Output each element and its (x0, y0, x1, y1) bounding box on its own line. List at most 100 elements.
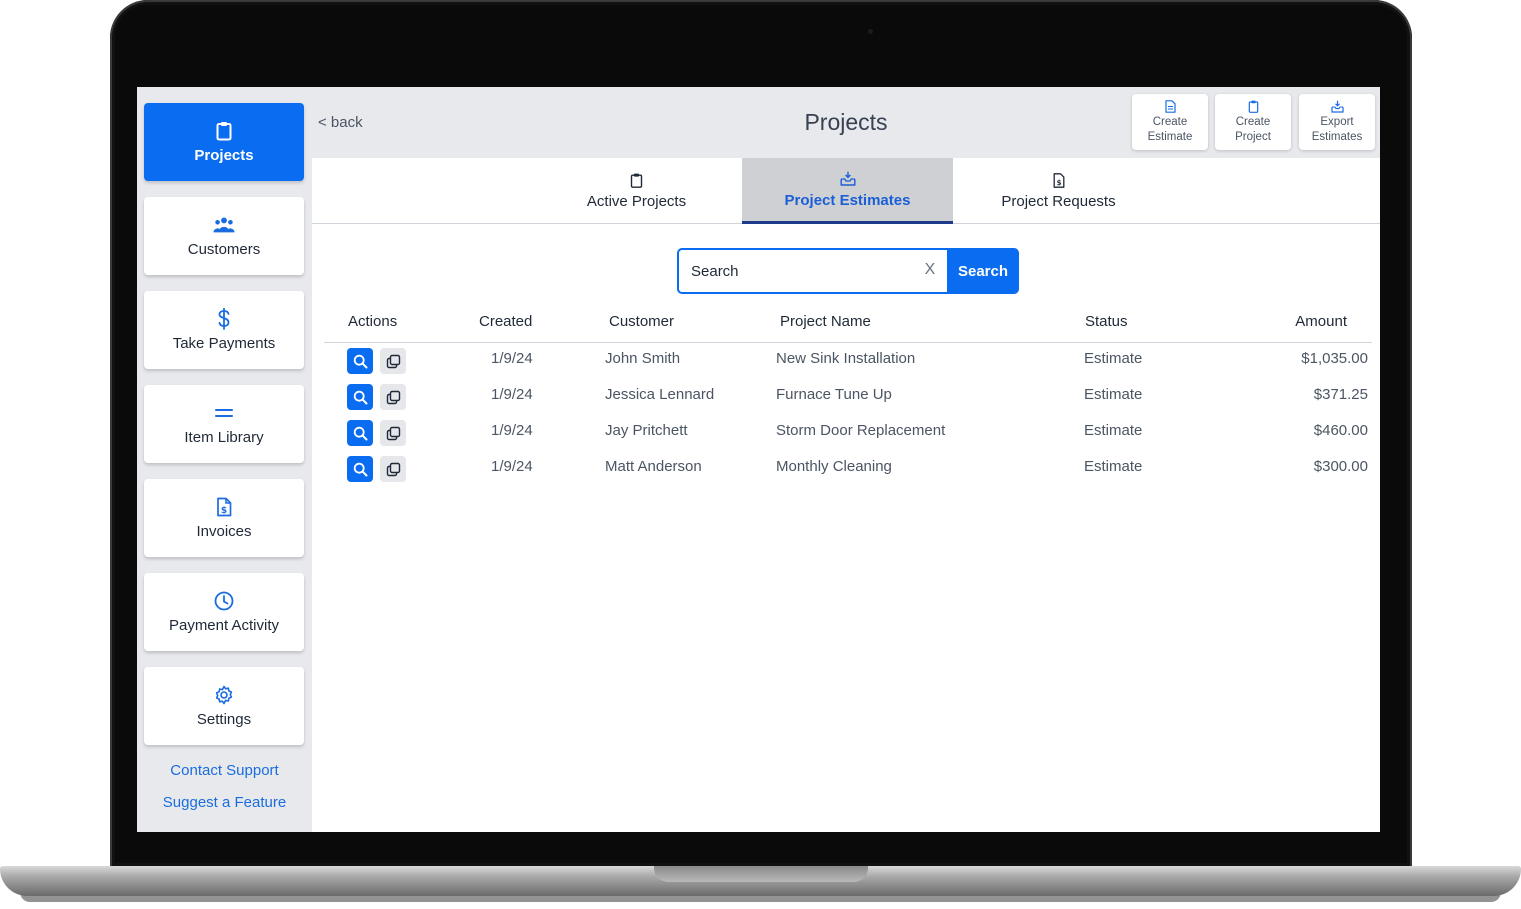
export-estimates-label: Export Estimates (1311, 116, 1363, 143)
sidebar-item-payment-activity[interactable]: Payment Activity (144, 573, 304, 651)
duplicate-estimate-button[interactable] (380, 384, 406, 410)
clear-search-icon[interactable]: X (921, 261, 939, 279)
sidebar-item-label: Take Payments (172, 335, 276, 352)
search-icon (353, 390, 367, 404)
cell-project-name: Monthly Cleaning (776, 458, 892, 475)
view-estimate-button[interactable] (347, 420, 373, 446)
view-estimate-button[interactable] (347, 456, 373, 482)
cell-created: 1/9/24 (491, 350, 533, 367)
cell-project-name: New Sink Installation (776, 350, 916, 367)
search-icon (353, 426, 367, 440)
column-header-created[interactable]: Created (479, 313, 532, 330)
view-estimate-button[interactable] (347, 384, 373, 410)
file-icon (1163, 99, 1177, 113)
column-header-customer[interactable]: Customer (609, 313, 674, 330)
table-header: Actions Created Customer Project Name St… (324, 309, 1372, 343)
copy-icon (386, 390, 400, 404)
cell-amount: $1,035.00 (1301, 350, 1368, 367)
sidebar-item-settings[interactable]: Settings (144, 667, 304, 745)
invoice-icon: $ (1051, 172, 1067, 188)
app-screen: Projects Customers Take Payments Item Li… (137, 87, 1380, 832)
sidebar-item-invoices[interactable]: $ Invoices (144, 479, 304, 557)
cell-status: Estimate (1084, 458, 1143, 475)
table-row[interactable]: 1/9/24 Matt Anderson Monthly Cleaning Es… (324, 451, 1372, 487)
search-bar: X Search (677, 248, 1019, 294)
table-row[interactable]: 1/9/24 John Smith New Sink Installation … (324, 343, 1372, 379)
cell-project-name: Storm Door Replacement (776, 422, 946, 439)
column-header-project-name[interactable]: Project Name (780, 313, 871, 330)
page-header: < back Projects Create Estimate Create P… (312, 87, 1380, 158)
inbox-export-icon (1330, 99, 1344, 113)
dollar-icon (213, 308, 235, 330)
search-input[interactable] (677, 248, 949, 294)
sidebar: Projects Customers Take Payments Item Li… (137, 87, 312, 832)
clipboard-icon (213, 120, 235, 142)
sidebar-item-take-payments[interactable]: Take Payments (144, 291, 304, 369)
sidebar-item-label: Settings (196, 711, 252, 728)
clipboard-icon (1246, 99, 1260, 113)
cell-status: Estimate (1084, 422, 1143, 439)
invoice-icon: $ (213, 496, 235, 518)
cell-created: 1/9/24 (491, 458, 533, 475)
clipboard-icon (629, 172, 645, 188)
sidebar-item-label: Customers (187, 241, 261, 258)
sidebar-item-projects[interactable]: Projects (144, 103, 304, 181)
tab-project-requests[interactable]: $ Project Requests (953, 158, 1164, 224)
column-header-amount[interactable]: Amount (1295, 313, 1347, 330)
inbox-icon (840, 171, 856, 187)
cell-customer: Jay Pritchett (605, 422, 688, 439)
cell-customer: Jessica Lennard (605, 386, 715, 403)
equals-icon (213, 402, 235, 424)
tab-bar: Active Projects Project Estimates $ Proj… (312, 158, 1380, 224)
sidebar-item-label: Invoices (196, 523, 252, 540)
sidebar-item-label: Payment Activity (168, 617, 280, 634)
cell-amount: $371.25 (1313, 386, 1368, 403)
gear-icon (213, 684, 235, 706)
cell-status: Estimate (1084, 350, 1143, 367)
estimates-table: Actions Created Customer Project Name St… (324, 309, 1372, 487)
sidebar-item-label: Item Library (184, 429, 264, 446)
contact-support-link[interactable]: Contact Support (137, 762, 312, 779)
clock-icon (213, 590, 235, 612)
sidebar-item-customers[interactable]: Customers (144, 197, 304, 275)
tab-label: Project Estimates (784, 191, 911, 209)
cell-status: Estimate (1084, 386, 1143, 403)
search-icon (353, 462, 367, 476)
view-estimate-button[interactable] (347, 348, 373, 374)
tab-project-estimates[interactable]: Project Estimates (742, 158, 953, 224)
cell-created: 1/9/24 (491, 386, 533, 403)
suggest-feature-link[interactable]: Suggest a Feature (137, 794, 312, 811)
cell-customer: John Smith (605, 350, 681, 367)
duplicate-estimate-button[interactable] (380, 456, 406, 482)
cell-customer: Matt Anderson (605, 458, 702, 475)
create-estimate-label: Create Estimate (1147, 116, 1193, 143)
create-project-label: Create Project (1235, 116, 1271, 143)
tab-active-projects[interactable]: Active Projects (531, 158, 742, 224)
duplicate-estimate-button[interactable] (380, 420, 406, 446)
copy-icon (386, 354, 400, 368)
camera (868, 29, 873, 34)
table-row[interactable]: 1/9/24 Jessica Lennard Furnace Tune Up E… (324, 379, 1372, 415)
table-row[interactable]: 1/9/24 Jay Pritchett Storm Door Replacem… (324, 415, 1372, 451)
users-icon (213, 214, 235, 236)
copy-icon (386, 426, 400, 440)
create-estimate-button[interactable]: Create Estimate (1132, 94, 1208, 150)
cell-amount: $300.00 (1313, 458, 1368, 475)
duplicate-estimate-button[interactable] (380, 348, 406, 374)
search-icon (353, 354, 367, 368)
laptop-notch (654, 866, 868, 882)
copy-icon (386, 462, 400, 476)
sidebar-item-item-library[interactable]: Item Library (144, 385, 304, 463)
search-button[interactable]: Search (947, 248, 1019, 294)
cell-project-name: Furnace Tune Up (776, 386, 892, 403)
tab-label: Active Projects (586, 193, 687, 210)
export-estimates-button[interactable]: Export Estimates (1299, 94, 1375, 150)
column-header-actions: Actions (348, 313, 398, 330)
create-project-button[interactable]: Create Project (1215, 94, 1291, 150)
column-header-status[interactable]: Status (1085, 313, 1128, 330)
svg-text:$: $ (221, 506, 227, 516)
tab-label: Project Requests (1001, 193, 1116, 210)
cell-created: 1/9/24 (491, 422, 533, 439)
svg-text:$: $ (1056, 179, 1061, 187)
cell-amount: $460.00 (1313, 422, 1368, 439)
